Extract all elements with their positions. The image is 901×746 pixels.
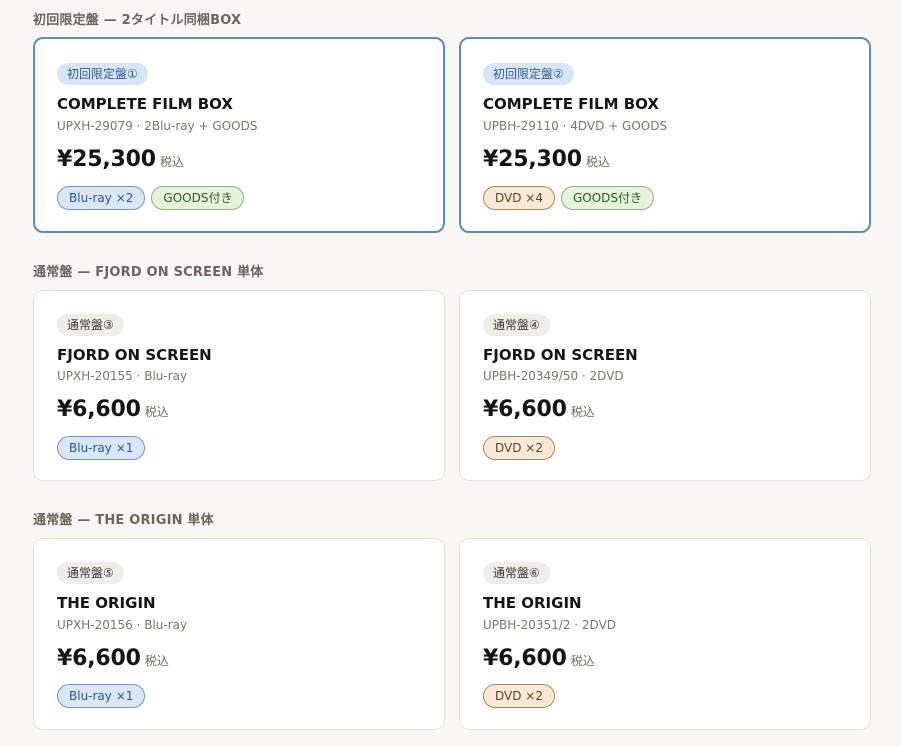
catalog-number: UPXH-29079 · 2Blu-ray + GOODS [57, 119, 258, 133]
format-tag-dvd: DVD ×2 [483, 684, 555, 708]
price: ¥6,600 [483, 646, 567, 671]
catalog-number: UPXH-20155 · Blu-ray [57, 369, 188, 383]
tax-label: 税込 [570, 405, 595, 419]
price-row: ¥6,600 税込 [483, 397, 595, 422]
product-title: FJORD ON SCREEN [483, 346, 638, 364]
price-row: ¥6,600 税込 [57, 646, 169, 671]
product-title: COMPLETE FILM BOX [57, 95, 233, 113]
product-title: COMPLETE FILM BOX [483, 95, 659, 113]
price: ¥6,600 [483, 397, 567, 422]
format-tags: Blu-ray ×2 GOODS付き [57, 186, 245, 210]
price-row: ¥6,600 税込 [483, 646, 595, 671]
tax-label: 税込 [570, 654, 595, 668]
catalog-number: UPBH-29110 · 4DVD + GOODS [483, 119, 668, 133]
price-row: ¥25,300 税込 [483, 147, 610, 172]
section-heading-origin: 通常盤 — THE ORIGIN 単体 [33, 513, 214, 528]
catalog-number: UPBH-20351/2 · 2DVD [483, 618, 617, 632]
catalog-number: UPXH-20156 · Blu-ray [57, 618, 188, 632]
price: ¥25,300 [57, 147, 156, 172]
tax-label: 税込 [159, 155, 184, 169]
edition-badge: 通常盤④ [483, 314, 550, 336]
edition-badge: 初回限定盤② [483, 63, 574, 85]
product-title: FJORD ON SCREEN [57, 346, 212, 364]
format-tag-goods: GOODS付き [560, 186, 655, 210]
format-tags: DVD ×2 [483, 436, 555, 460]
edition-badge: 通常盤⑥ [483, 562, 550, 584]
edition-card-limited-2[interactable]: 初回限定盤② COMPLETE FILM BOX UPBH-29110 · 4D… [459, 37, 871, 233]
catalog-number: UPBH-20349/50 · 2DVD [483, 369, 624, 383]
edition-card-regular-4[interactable]: 通常盤④ FJORD ON SCREEN UPBH-20349/50 · 2DV… [459, 290, 871, 481]
edition-card-regular-6[interactable]: 通常盤⑥ THE ORIGIN UPBH-20351/2 · 2DVD ¥6,6… [459, 538, 871, 730]
price-row: ¥6,600 税込 [57, 397, 169, 422]
tax-label: 税込 [144, 654, 169, 668]
price: ¥25,300 [483, 147, 582, 172]
format-tags: DVD ×4 GOODS付き [483, 186, 655, 210]
format-tags: Blu-ray ×1 [57, 684, 146, 708]
format-tags: Blu-ray ×1 [57, 436, 146, 460]
edition-list-page: 初回限定盤 — 2タイトル同梱BOX 初回限定盤① COMPLETE FILM … [0, 0, 901, 746]
tax-label: 税込 [144, 405, 169, 419]
format-tag-bluray: Blu-ray ×2 [57, 186, 146, 210]
section-heading-fjord: 通常盤 — FJORD ON SCREEN 単体 [33, 265, 264, 280]
edition-badge: 通常盤③ [57, 314, 124, 336]
format-tag-goods: GOODS付き [151, 186, 245, 210]
tax-label: 税込 [585, 155, 610, 169]
product-title: THE ORIGIN [483, 594, 582, 612]
edition-card-regular-5[interactable]: 通常盤⑤ THE ORIGIN UPXH-20156 · Blu-ray ¥6,… [33, 538, 445, 730]
section-heading-limited: 初回限定盤 — 2タイトル同梱BOX [33, 13, 242, 28]
format-tags: DVD ×2 [483, 684, 555, 708]
format-tag-bluray: Blu-ray ×1 [57, 436, 146, 460]
edition-card-limited-1[interactable]: 初回限定盤① COMPLETE FILM BOX UPXH-29079 · 2B… [33, 37, 445, 233]
edition-badge: 通常盤⑤ [57, 562, 124, 584]
format-tag-dvd: DVD ×4 [483, 186, 555, 210]
format-tag-dvd: DVD ×2 [483, 436, 555, 460]
format-tag-bluray: Blu-ray ×1 [57, 684, 146, 708]
edition-card-regular-3[interactable]: 通常盤③ FJORD ON SCREEN UPXH-20155 · Blu-ra… [33, 290, 445, 481]
product-title: THE ORIGIN [57, 594, 156, 612]
edition-badge: 初回限定盤① [57, 63, 148, 85]
price-row: ¥25,300 税込 [57, 147, 184, 172]
price: ¥6,600 [57, 646, 141, 671]
price: ¥6,600 [57, 397, 141, 422]
